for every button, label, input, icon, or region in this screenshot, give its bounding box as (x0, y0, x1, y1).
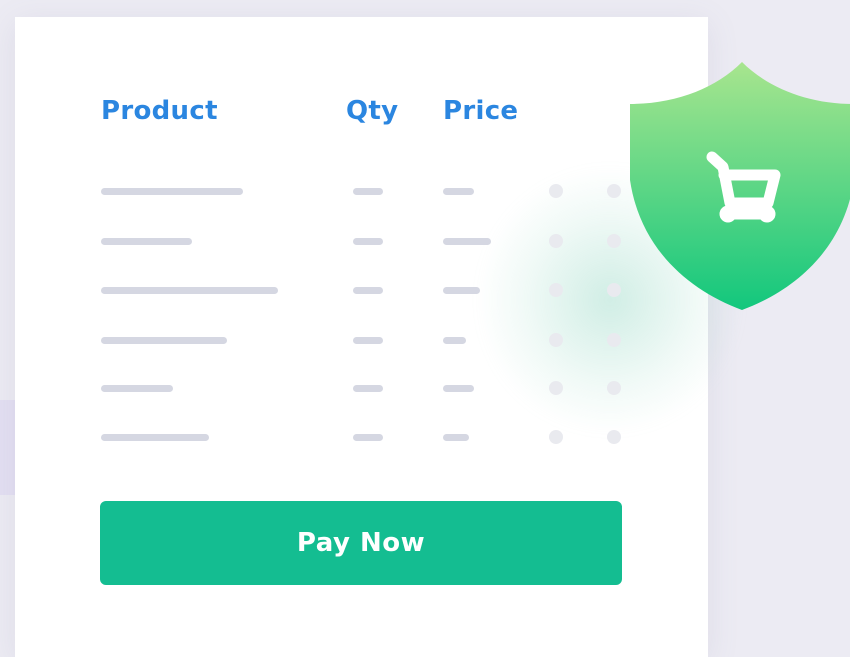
qty-placeholder (353, 287, 383, 294)
price-placeholder (443, 337, 466, 344)
row-action-dot (549, 333, 563, 347)
pay-now-button[interactable]: Pay Now (100, 501, 622, 585)
table-row (0, 381, 700, 395)
product-name-placeholder (101, 287, 278, 294)
row-action-dot (549, 234, 563, 248)
row-action-dot (607, 184, 621, 198)
row-action-dot (607, 234, 621, 248)
qty-placeholder (353, 337, 383, 344)
table-row (0, 184, 700, 198)
qty-placeholder (353, 434, 383, 441)
row-action-dot (607, 283, 621, 297)
table-row (0, 283, 700, 297)
column-header-price: Price (443, 96, 519, 126)
product-name-placeholder (101, 337, 227, 344)
price-placeholder (443, 287, 480, 294)
table-row (0, 234, 700, 248)
row-action-dot (607, 333, 621, 347)
table-row (0, 430, 700, 444)
product-name-placeholder (101, 385, 173, 392)
price-placeholder (443, 385, 474, 392)
table-row (0, 333, 700, 347)
row-action-dot (607, 381, 621, 395)
column-header-product: Product (101, 96, 218, 126)
price-placeholder (443, 238, 491, 245)
qty-placeholder (353, 385, 383, 392)
row-action-dot (549, 430, 563, 444)
price-placeholder (443, 434, 469, 441)
security-shield-badge (630, 62, 850, 310)
product-name-placeholder (101, 238, 192, 245)
row-action-dot (549, 184, 563, 198)
column-header-qty: Qty (346, 96, 399, 126)
row-action-dot (549, 381, 563, 395)
row-action-dot (549, 283, 563, 297)
qty-placeholder (353, 238, 383, 245)
price-placeholder (443, 188, 474, 195)
qty-placeholder (353, 188, 383, 195)
row-action-dot (607, 430, 621, 444)
product-name-placeholder (101, 188, 243, 195)
product-name-placeholder (101, 434, 209, 441)
